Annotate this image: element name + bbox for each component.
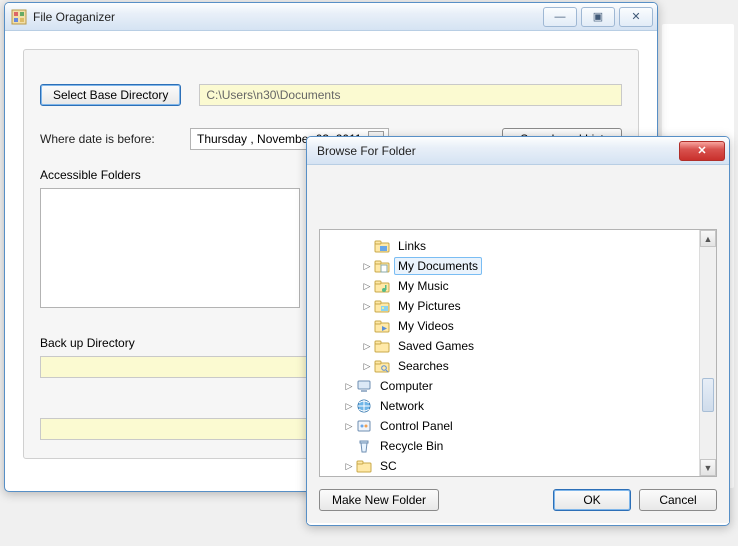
tree-item[interactable]: ▷ My Documents bbox=[324, 256, 716, 276]
browse-title: Browse For Folder bbox=[313, 144, 675, 158]
tree-item-label: My Music bbox=[394, 277, 453, 295]
main-close-button[interactable]: ✕ bbox=[619, 7, 653, 27]
tree-item-label: My Pictures bbox=[394, 297, 465, 315]
computer-icon bbox=[356, 378, 372, 394]
folder-music-icon bbox=[374, 278, 390, 294]
tree-item[interactable]: ▷ Control Panel bbox=[324, 416, 716, 436]
minimize-button[interactable]: — bbox=[543, 7, 577, 27]
control-icon bbox=[356, 418, 372, 434]
date-filter-label: Where date is before: bbox=[40, 132, 190, 146]
folder-blue-icon bbox=[374, 238, 390, 254]
folder-docs-icon bbox=[374, 258, 390, 274]
folder-icon bbox=[374, 338, 390, 354]
make-new-folder-button[interactable]: Make New Folder bbox=[319, 489, 439, 511]
tree-item-label: Searches bbox=[394, 357, 453, 375]
scroll-up-button[interactable]: ▲ bbox=[700, 230, 716, 247]
folder-pics-icon bbox=[374, 298, 390, 314]
ok-button[interactable]: OK bbox=[553, 489, 631, 511]
tree-item-label: My Videos bbox=[394, 317, 458, 335]
tree-item-label: Links bbox=[394, 237, 430, 255]
tree-item[interactable]: ▷ Searches bbox=[324, 356, 716, 376]
tree-expander-icon[interactable]: ▷ bbox=[342, 401, 356, 412]
browse-for-folder-dialog: Browse For Folder ✕ Links ▷ My Documents ▷ M… bbox=[306, 136, 730, 526]
tree-item[interactable]: ▷ Network bbox=[324, 396, 716, 416]
tree-expander-icon[interactable]: ▷ bbox=[360, 281, 374, 292]
select-base-directory-button[interactable]: Select Base Directory bbox=[40, 84, 181, 106]
tree-item-label: SC bbox=[376, 457, 401, 475]
tree-expander-icon[interactable]: ▷ bbox=[342, 381, 356, 392]
tree-expander-icon[interactable]: ▷ bbox=[360, 341, 374, 352]
maximize-button[interactable]: ▣ bbox=[581, 7, 615, 27]
browse-spacer bbox=[319, 175, 717, 229]
main-title: File Oraganizer bbox=[33, 10, 539, 24]
tree-expander-icon[interactable]: ▷ bbox=[360, 301, 374, 312]
tree-item[interactable]: ▷ SC bbox=[324, 456, 716, 476]
tree-item[interactable]: Recycle Bin bbox=[324, 436, 716, 456]
cancel-button[interactable]: Cancel bbox=[639, 489, 717, 511]
tree-expander-icon[interactable]: ▷ bbox=[360, 361, 374, 372]
base-directory-input[interactable] bbox=[199, 84, 622, 106]
browse-titlebar[interactable]: Browse For Folder ✕ bbox=[307, 137, 729, 165]
tree-expander-icon[interactable]: ▷ bbox=[342, 461, 356, 472]
main-titlebar[interactable]: File Oraganizer — ▣ ✕ bbox=[5, 3, 657, 31]
folder-icon bbox=[356, 458, 372, 474]
folder-search-icon bbox=[374, 358, 390, 374]
tree-scrollbar[interactable]: ▲ ▼ bbox=[699, 230, 716, 476]
accessible-folders-list[interactable] bbox=[40, 188, 300, 308]
tree-item-label: Network bbox=[376, 397, 428, 415]
browse-close-button[interactable]: ✕ bbox=[679, 141, 725, 161]
tree-expander-icon[interactable]: ▷ bbox=[360, 261, 374, 272]
folder-video-icon bbox=[374, 318, 390, 334]
app-icon bbox=[11, 9, 27, 25]
tree-item[interactable]: My Videos bbox=[324, 316, 716, 336]
tree-item[interactable]: ▷ Computer bbox=[324, 376, 716, 396]
tree-item-label: Saved Games bbox=[394, 337, 478, 355]
tree-item[interactable]: ▷ My Music bbox=[324, 276, 716, 296]
network-icon bbox=[356, 398, 372, 414]
tree-item-label: Recycle Bin bbox=[376, 437, 447, 455]
tree-item[interactable]: ▷ Saved Games bbox=[324, 336, 716, 356]
scroll-down-button[interactable]: ▼ bbox=[700, 459, 716, 476]
scroll-track[interactable] bbox=[700, 247, 716, 459]
recycle-icon bbox=[356, 438, 372, 454]
tree-item-label: Computer bbox=[376, 377, 437, 395]
tree-item-label: Control Panel bbox=[376, 417, 457, 435]
tree-item[interactable]: Links bbox=[324, 236, 716, 256]
tree-item[interactable]: ▷ My Pictures bbox=[324, 296, 716, 316]
scroll-thumb[interactable] bbox=[702, 378, 714, 412]
folder-tree[interactable]: Links ▷ My Documents ▷ My Music ▷ My Pictures M… bbox=[319, 229, 717, 477]
browse-body: Links ▷ My Documents ▷ My Music ▷ My Pictures M… bbox=[307, 165, 729, 523]
tree-item-label: My Documents bbox=[394, 257, 482, 275]
tree-expander-icon[interactable]: ▷ bbox=[342, 421, 356, 432]
